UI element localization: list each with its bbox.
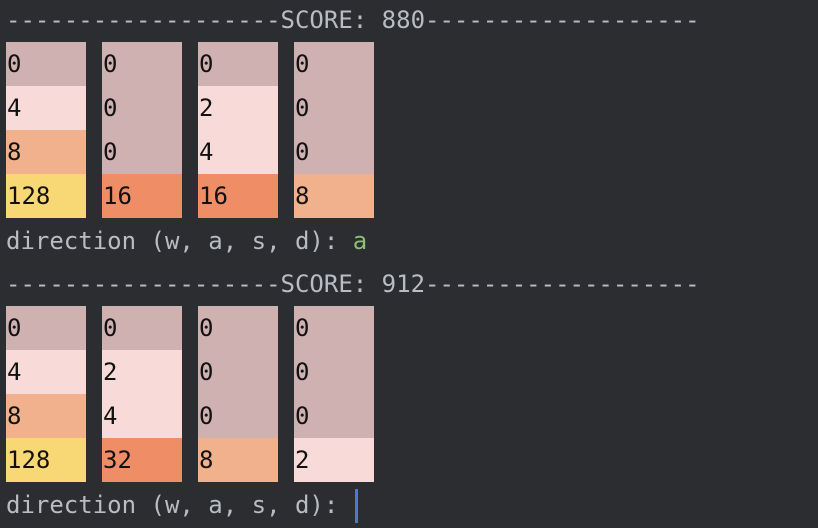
tile: 8 — [198, 438, 278, 482]
tile: 4 — [198, 130, 278, 174]
tile: 2 — [198, 86, 278, 130]
terminal-output: -------------------SCORE: 880-----------… — [0, 0, 818, 528]
tile: 8 — [6, 394, 86, 438]
board-column: 0 2 4 32 — [102, 306, 182, 482]
tile: 0 — [294, 306, 374, 350]
tile: 0 — [294, 394, 374, 438]
tile: 128 — [6, 174, 86, 218]
tile: 0 — [198, 394, 278, 438]
entered-direction: a — [352, 227, 368, 255]
board-column: 0 4 8 128 — [6, 306, 86, 482]
tile: 0 — [294, 42, 374, 86]
tile: 0 — [102, 306, 182, 350]
tile: 2 — [294, 438, 374, 482]
direction-prompt[interactable]: direction (w, a, s, d): — [6, 483, 358, 527]
tile: 0 — [294, 86, 374, 130]
tile: 0 — [102, 130, 182, 174]
tile: 0 — [102, 42, 182, 86]
tile: 8 — [294, 174, 374, 218]
board-column: 0 0 0 8 — [198, 306, 278, 482]
tile: 0 — [198, 306, 278, 350]
score-line: -------------------SCORE: 880-----------… — [6, 6, 700, 34]
tile: 16 — [102, 174, 182, 218]
tile: 16 — [198, 174, 278, 218]
tile: 4 — [6, 86, 86, 130]
direction-prompt: direction (w, a, s, d): a — [6, 219, 367, 263]
tile: 0 — [198, 42, 278, 86]
board-column: 0 0 0 16 — [102, 42, 182, 218]
tile: 0 — [102, 86, 182, 130]
tile: 128 — [6, 438, 86, 482]
tile: 4 — [6, 350, 86, 394]
tile: 0 — [294, 350, 374, 394]
tile: 4 — [102, 394, 182, 438]
board-column: 0 0 0 8 — [294, 42, 374, 218]
tile: 0 — [198, 350, 278, 394]
text-cursor — [354, 489, 358, 523]
tile: 32 — [102, 438, 182, 482]
prompt-text: direction (w, a, s, d): — [6, 227, 353, 255]
tile: 0 — [6, 306, 86, 350]
board-column: 0 2 4 16 — [198, 42, 278, 218]
tile: 8 — [6, 130, 86, 174]
board-column: 0 0 0 2 — [294, 306, 374, 482]
tile: 0 — [6, 42, 86, 86]
game-board: 0 4 8 128 0 0 0 16 0 2 4 16 0 0 0 8 — [6, 42, 386, 218]
game-board: 0 4 8 128 0 2 4 32 0 0 0 8 0 0 0 2 — [6, 306, 386, 482]
tile: 0 — [294, 130, 374, 174]
prompt-text: direction (w, a, s, d): — [6, 491, 353, 519]
score-line: -------------------SCORE: 912-----------… — [6, 270, 700, 298]
tile: 2 — [102, 350, 182, 394]
board-column: 0 4 8 128 — [6, 42, 86, 218]
